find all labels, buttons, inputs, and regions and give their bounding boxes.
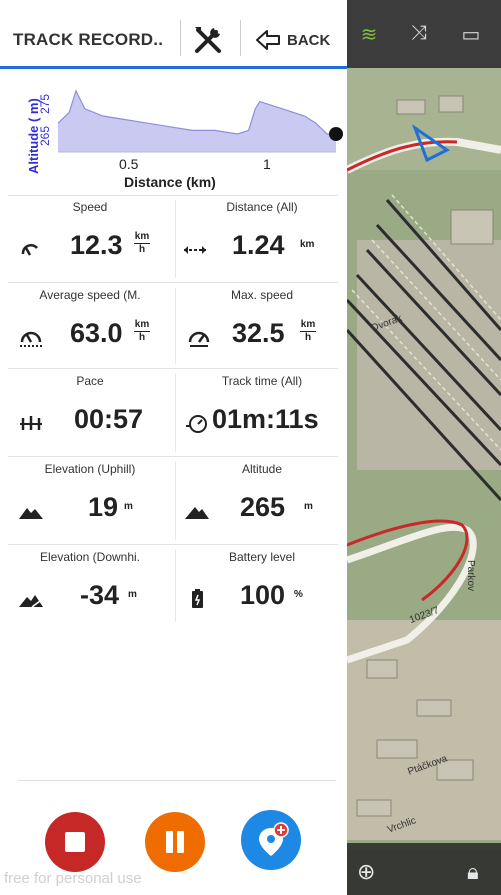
signal-icon[interactable]: ≋ — [355, 22, 383, 46]
add-waypoint-button[interactable] — [241, 810, 301, 870]
back-label: BACK — [287, 31, 331, 49]
stopwatch-icon — [186, 415, 207, 433]
metric-label: Distance (All) — [226, 200, 298, 214]
header-divider — [240, 20, 241, 56]
map-layers-icon[interactable]: ▭ — [457, 22, 485, 46]
map-toolbar: ≋ ⤨ ▭ — [347, 0, 501, 68]
metric-unit: m — [304, 501, 313, 512]
metric-speed[interactable]: Speed 12.3 km h — [4, 194, 176, 282]
metric-battery-level[interactable]: Battery level 100 % — [176, 544, 348, 632]
track-icon[interactable]: ⤨ — [405, 22, 433, 46]
metric-altitude[interactable]: Altitude 265 m — [176, 456, 348, 544]
metric-value: 12.3 — [70, 230, 123, 260]
back-button[interactable]: BACK — [255, 24, 330, 56]
metric-label: Altitude — [241, 462, 283, 476]
pace-icon — [20, 416, 42, 430]
metric-label: Pace — [76, 374, 104, 388]
x-tick-label: 1 — [263, 156, 271, 172]
metric-elevation-downhill[interactable]: Elevation (Downhi. -34 m — [4, 544, 176, 632]
metric-value: 00:57 — [74, 404, 144, 434]
metric-pace[interactable]: Pace 00:57 — [4, 368, 176, 456]
battery-icon — [192, 589, 203, 608]
pause-recording-button[interactable] — [145, 812, 205, 872]
header-divider — [180, 20, 181, 56]
back-arrow-icon — [256, 30, 280, 50]
distance-arrows-icon — [184, 246, 206, 254]
metric-distance[interactable]: Distance (All) 1.24 km — [176, 194, 348, 282]
metric-unit: km h — [300, 319, 316, 343]
wrench-screwdriver-icon — [195, 27, 221, 53]
metric-value: 01m:11s — [212, 404, 319, 434]
x-axis-label: Distance (km) — [124, 174, 216, 190]
altitude-chart[interactable]: Altitude ( m) 265 275 0.5 1 Distance (km… — [0, 74, 347, 192]
stop-icon — [65, 832, 85, 852]
metric-unit: km — [300, 239, 315, 250]
metric-value: 32.5 — [232, 318, 285, 348]
track-recording-panel: TRACK RECORD.. BACK Altitude ( m) 265 27… — [0, 0, 347, 895]
metric-value: 63.0 — [70, 318, 123, 348]
metric-elevation-uphill[interactable]: Elevation (Uphill) 19 m — [4, 456, 176, 544]
average-speed-icon — [20, 331, 42, 347]
current-position-marker — [329, 127, 343, 141]
metric-track-time[interactable]: Track time (All) 01m:11s — [176, 368, 348, 456]
altitude-area — [58, 90, 336, 152]
metric-label: Track time (All) — [221, 374, 303, 388]
pause-icon — [166, 831, 184, 853]
metric-unit: m — [128, 589, 137, 600]
panel-header: TRACK RECORD.. BACK — [0, 0, 347, 69]
map-bottom-toolbar: ⊕ 🔒︎ — [347, 843, 501, 895]
metric-unit: km h — [134, 231, 150, 255]
metric-label: Elevation (Downhi. — [39, 550, 141, 564]
metric-label: Speed — [72, 200, 108, 214]
map-label: Parkov — [465, 559, 477, 592]
watermark: free for personal use — [4, 870, 142, 887]
y-tick-label: 275 — [38, 94, 52, 114]
lock-icon[interactable]: 🔒︎ — [467, 859, 479, 885]
metric-value: 1.24 — [232, 230, 285, 260]
speedometer-icon — [21, 244, 38, 256]
mountain-downhill-icon — [19, 595, 43, 608]
x-tick-label: 0.5 — [119, 156, 139, 172]
mountain-uphill-icon — [19, 508, 43, 519]
metric-value: -34 — [80, 580, 120, 610]
metric-value: 265 — [240, 492, 286, 522]
panel-title: TRACK RECORD.. — [13, 30, 164, 49]
metric-label: Max. speed — [230, 288, 294, 302]
metric-unit: % — [294, 589, 303, 600]
metric-max-speed[interactable]: Max. speed 32.5 km h — [176, 282, 348, 370]
divider — [18, 780, 336, 781]
zoom-in-icon[interactable]: ⊕ — [357, 859, 375, 885]
metric-unit: m — [124, 501, 133, 512]
settings-tools-button[interactable] — [190, 22, 226, 58]
metric-value: 100 — [240, 580, 286, 610]
altitude-chart-svg: Altitude ( m) 265 275 0.5 1 Distance (km… — [26, 89, 343, 190]
add-waypoint-icon — [259, 822, 289, 856]
stop-recording-button[interactable] — [45, 812, 105, 872]
y-tick-label: 265 — [38, 126, 52, 146]
metric-value: 19 — [88, 492, 119, 522]
mountain-icon — [185, 507, 209, 519]
metric-average-speed[interactable]: Average speed (M. 63.0 km h — [4, 282, 176, 370]
metric-label: Elevation (Uphill) — [44, 462, 136, 476]
map-view[interactable]: ≋ ⤨ ▭ Dvorak 1023/7 Parkov Ptáčkova Vrch… — [347, 0, 501, 895]
metric-unit: km h — [134, 319, 150, 343]
max-speed-icon — [188, 331, 210, 347]
metric-label: Average speed (M. — [39, 288, 141, 302]
metric-label: Battery level — [228, 550, 296, 564]
